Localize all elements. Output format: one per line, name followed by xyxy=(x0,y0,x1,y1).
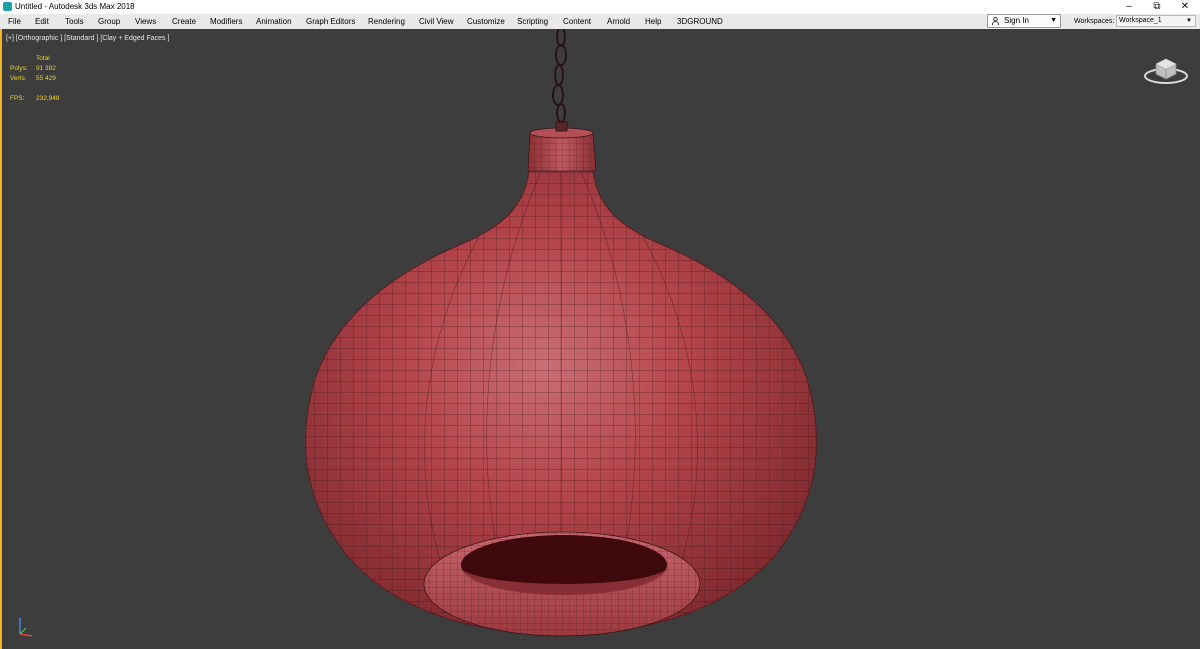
lamp-cap xyxy=(527,121,597,172)
chevron-down-icon: ▼ xyxy=(1050,17,1057,24)
close-button[interactable]: ✕ xyxy=(1170,0,1200,14)
menu-help[interactable]: Help xyxy=(645,16,661,27)
menu-modifiers[interactable]: Modifiers xyxy=(210,16,242,27)
viewcube-icon[interactable] xyxy=(1142,52,1190,86)
menu-3dground[interactable]: 3DGROUND xyxy=(677,16,723,27)
person-icon xyxy=(992,17,999,25)
sign-in-label: Sign In xyxy=(1004,16,1029,25)
menu-scripting[interactable]: Scripting xyxy=(517,16,548,27)
workspaces-label: Workspaces: xyxy=(1074,18,1115,25)
scene-render xyxy=(305,29,817,637)
chevron-down-icon: ▼ xyxy=(1186,18,1192,24)
workspace-select[interactable]: Workspace_1 ▼ xyxy=(1116,15,1196,27)
workspace-value: Workspace_1 xyxy=(1119,17,1162,24)
restore-button[interactable]: ⧉ xyxy=(1142,0,1172,14)
menu-group[interactable]: Group xyxy=(98,16,120,27)
menu-civil-view[interactable]: Civil View xyxy=(419,16,454,27)
menu-edit[interactable]: Edit xyxy=(35,16,49,27)
menu-animation[interactable]: Animation xyxy=(256,16,292,27)
menu-graph-editors[interactable]: Graph Editors xyxy=(306,16,355,27)
window-title: Untitled - Autodesk 3ds Max 2018 xyxy=(15,2,135,11)
sign-in-dropdown[interactable]: Sign In ▼ xyxy=(987,14,1061,28)
menu-create[interactable]: Create xyxy=(172,16,196,27)
menu-views[interactable]: Views xyxy=(135,16,156,27)
axis-tripod-icon xyxy=(19,618,33,637)
app-icon xyxy=(3,2,12,11)
menu-rendering[interactable]: Rendering xyxy=(368,16,405,27)
menu-customize[interactable]: Customize xyxy=(467,16,505,27)
perspective-viewport[interactable]: [+] [Orthographic ] [Standard ] [Clay + … xyxy=(0,29,1200,649)
minimize-button[interactable]: – xyxy=(1114,0,1144,14)
title-bar: Untitled - Autodesk 3ds Max 2018 – ⧉ ✕ xyxy=(0,0,1200,14)
menu-tools[interactable]: Tools xyxy=(65,16,84,27)
menu-arnold[interactable]: Arnold xyxy=(607,16,630,27)
menu-content[interactable]: Content xyxy=(563,16,591,27)
chain xyxy=(552,29,567,129)
menu-file[interactable]: File xyxy=(8,16,21,27)
lamp-opening xyxy=(423,531,701,637)
